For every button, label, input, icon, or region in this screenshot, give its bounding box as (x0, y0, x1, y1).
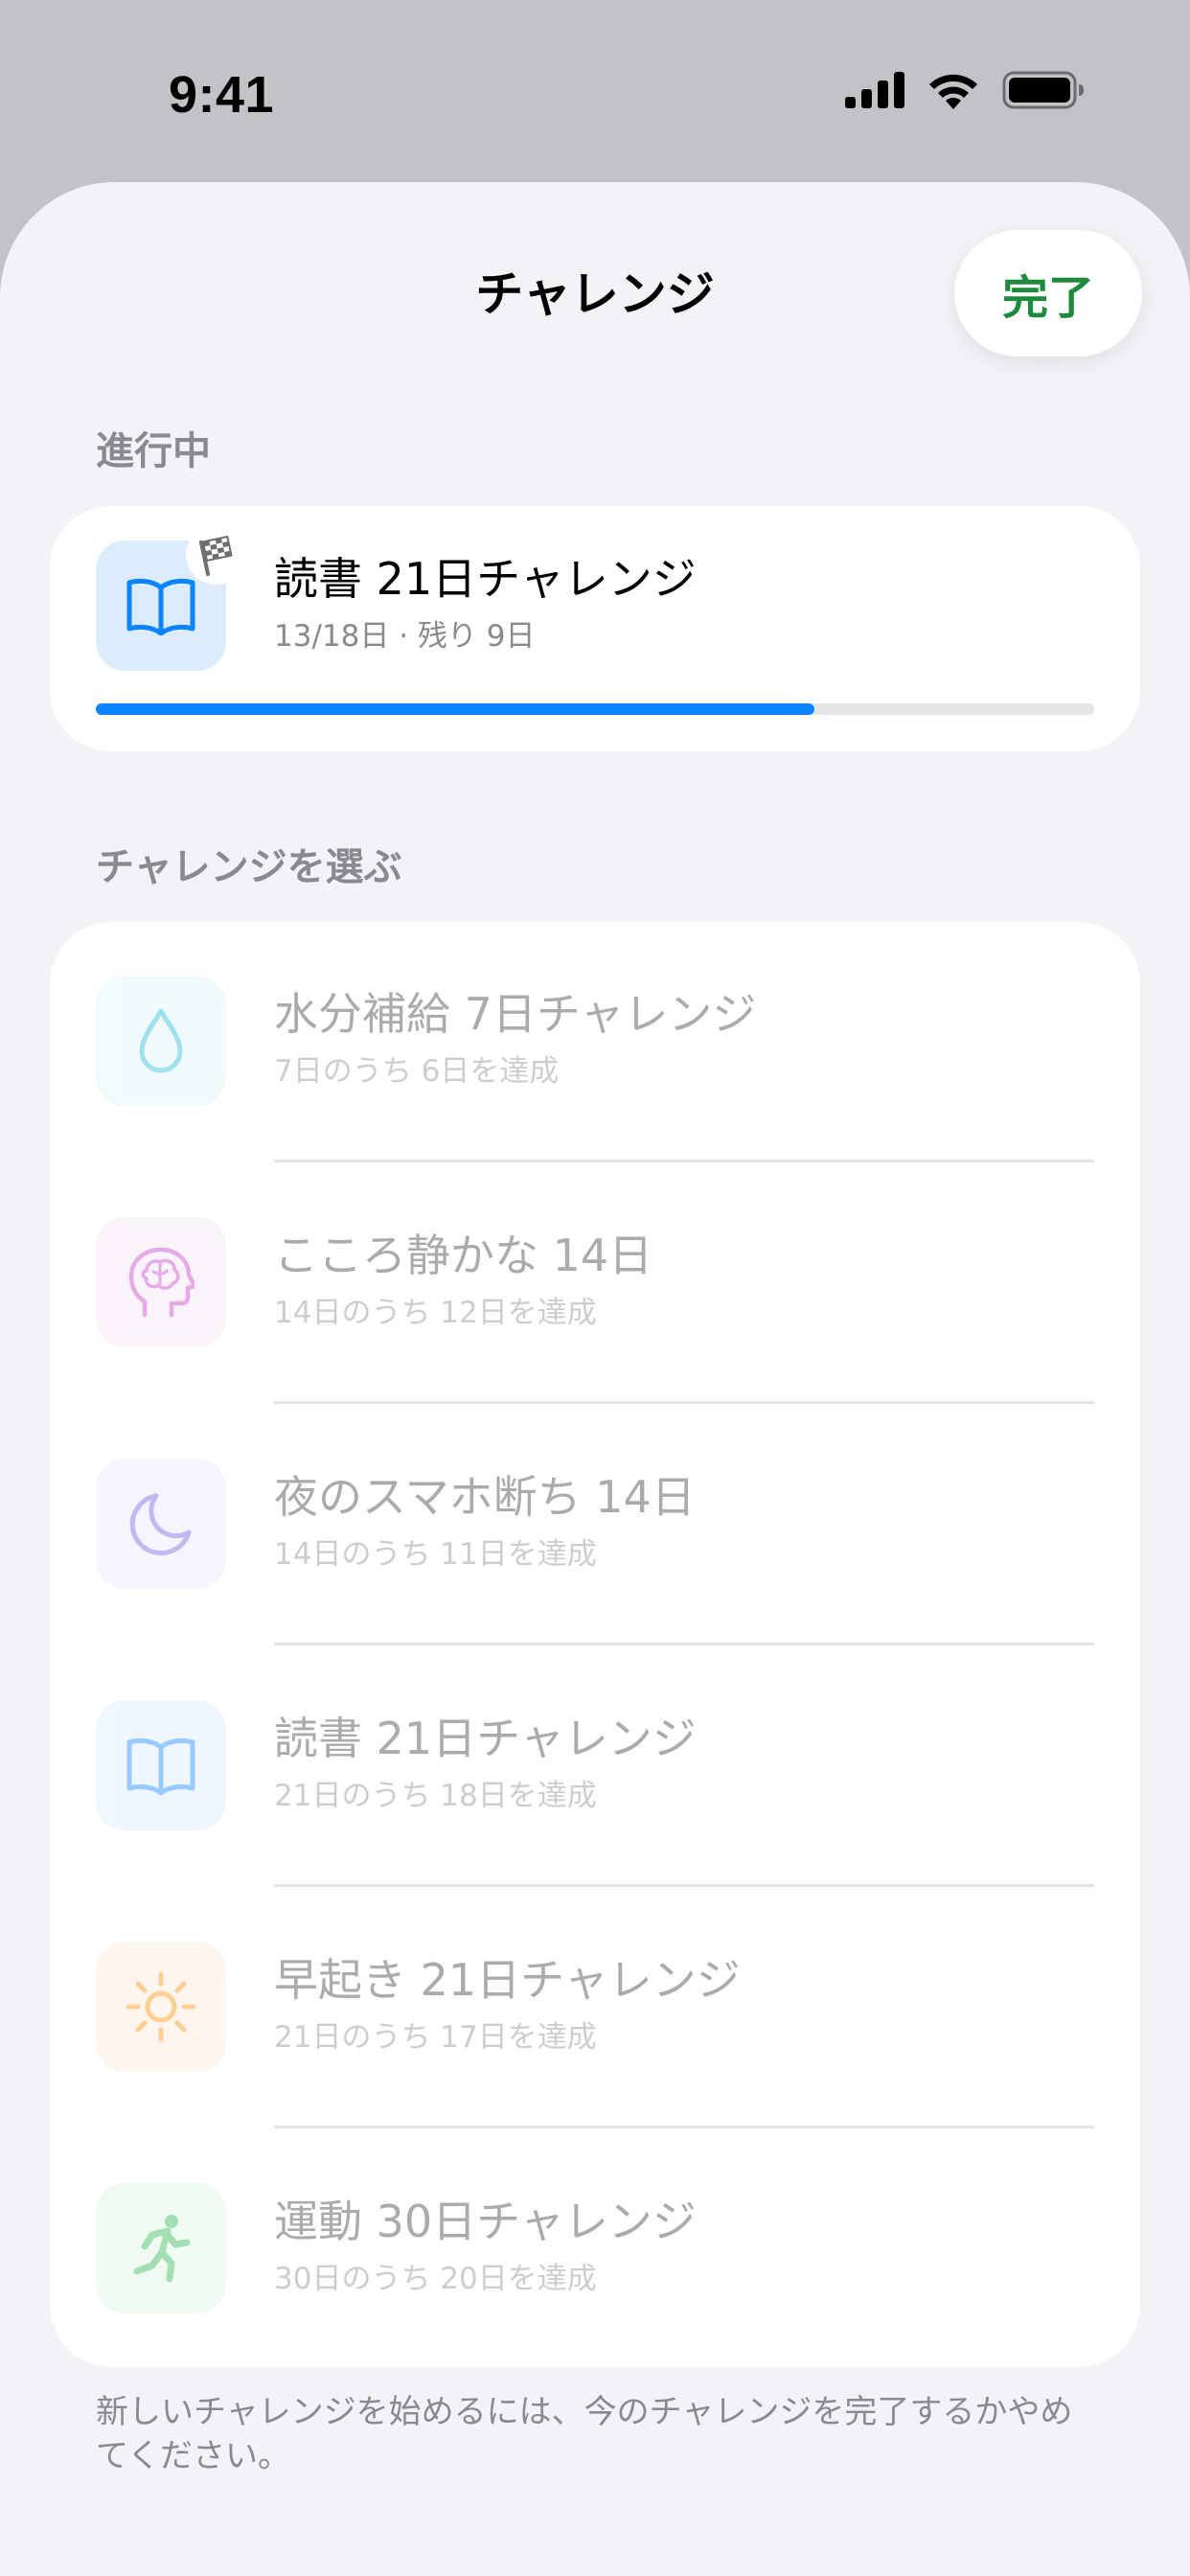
divider (274, 1160, 1094, 1162)
status-bar: 9:41 (0, 0, 1190, 182)
running-figure-icon (133, 2215, 191, 2283)
challenge-title: 水分補給 7日チャレンジ (274, 988, 757, 1040)
flag-badge (186, 525, 245, 585)
divider (274, 1643, 1094, 1645)
water-drop-icon (139, 1008, 183, 1073)
challenge-title: 読書 21日チャレンジ (274, 1713, 697, 1764)
brain-head-icon (128, 1247, 195, 1318)
list-item[interactable]: 読書 21日チャレンジ 21日のうち 18日を達成 (50, 1646, 1140, 1888)
divider (274, 1884, 1094, 1887)
moon-icon (129, 1493, 192, 1555)
challenge-icon-tile (96, 1942, 226, 2072)
active-challenge-subtitle: 13/18日 · 残り 9日 (274, 619, 536, 654)
challenge-icon-tile (96, 2183, 226, 2313)
battery-icon (1002, 71, 1084, 109)
challenge-progress-text: 21日のうち 17日を達成 (274, 2020, 597, 2055)
section-header-in-progress: 進行中 (96, 429, 211, 473)
cellular-signal-icon (845, 72, 904, 108)
challenge-title: 早起き 21日チャレンジ (274, 1954, 741, 2006)
sun-icon (126, 1971, 196, 2042)
challenge-icon-tile (96, 1217, 226, 1347)
challenge-progress-text: 30日のうち 20日を達成 (274, 2262, 597, 2296)
list-item[interactable]: 水分補給 7日チャレンジ 7日のうち 6日を達成 (50, 922, 1140, 1163)
challenge-progress-text: 14日のうち 12日を達成 (274, 1296, 597, 1330)
list-item[interactable]: 運動 30日チャレンジ 30日のうち 20日を達成 (50, 2129, 1140, 2367)
challenge-progress-text: 7日のうち 6日を達成 (274, 1054, 560, 1089)
book-icon (126, 1737, 195, 1795)
challenge-progress-text: 14日のうち 11日を達成 (274, 1537, 597, 1572)
divider (274, 1401, 1094, 1404)
progress-bar (96, 703, 1094, 715)
list-item[interactable]: 夜のスマホ断ち 14日 14日のうち 11日を達成 (50, 1405, 1140, 1646)
done-button[interactable]: 完了 (954, 230, 1142, 356)
challenge-icon-tile (96, 1459, 226, 1589)
challenge-title: こころ静かな 14日 (274, 1230, 653, 1281)
list-item[interactable]: こころ静かな 14日 14日のうち 12日を達成 (50, 1163, 1140, 1405)
challenge-title: 夜のスマホ断ち 14日 (274, 1471, 696, 1523)
challenge-progress-text: 21日のうち 18日を達成 (274, 1779, 597, 1813)
status-icons (845, 71, 1085, 109)
divider (274, 2126, 1094, 2128)
checkered-flag-icon (198, 535, 233, 576)
progress-fill (96, 703, 815, 715)
challenge-icon-tile (96, 1700, 226, 1830)
challenge-title: 運動 30日チャレンジ (274, 2196, 697, 2247)
challenge-list: 水分補給 7日チャレンジ 7日のうち 6日を達成 こころ静かな 14日 14日の… (50, 922, 1140, 2367)
list-item[interactable]: 早起き 21日チャレンジ 21日のうち 17日を達成 (50, 1888, 1140, 2129)
book-icon (126, 578, 195, 635)
section-header-choose: チャレンジを選ぶ (96, 845, 402, 889)
active-challenge-title: 読書 21日チャレンジ (274, 553, 697, 605)
wifi-icon (929, 74, 977, 109)
active-challenge-card[interactable]: 読書 21日チャレンジ 13/18日 · 残り 9日 (50, 506, 1140, 751)
status-time: 9:41 (169, 66, 275, 124)
footer-note: 新しいチャレンジを始めるには、今のチャレンジを完了するかやめてください。 (96, 2393, 1073, 2475)
challenge-icon-tile (96, 976, 226, 1106)
